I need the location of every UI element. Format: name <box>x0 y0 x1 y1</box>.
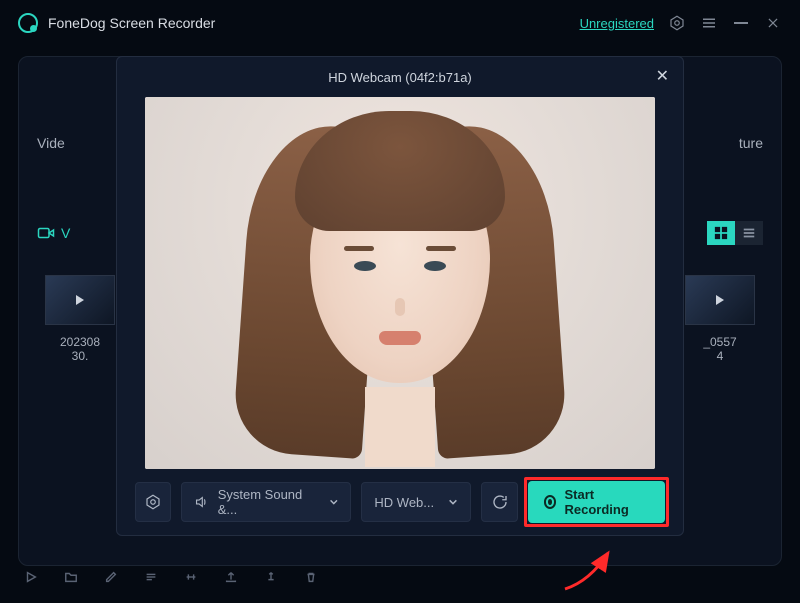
tab-videos[interactable]: V <box>37 225 70 241</box>
view-grid-button[interactable] <box>707 221 735 245</box>
audio-dropdown-label: System Sound &... <box>218 487 321 517</box>
recording-thumb-left[interactable]: 202308 30. <box>37 275 123 363</box>
delete-icon[interactable] <box>304 570 318 589</box>
settings-hex-icon[interactable] <box>668 14 686 32</box>
webcam-settings-button[interactable] <box>135 482 171 522</box>
thumb-name-line1: 202308 <box>37 335 123 349</box>
app-title: FoneDog Screen Recorder <box>48 15 215 31</box>
chevron-down-icon <box>329 497 339 507</box>
share-icon[interactable] <box>264 570 278 589</box>
unregistered-link[interactable]: Unregistered <box>580 16 654 31</box>
edit-icon[interactable] <box>104 570 118 589</box>
trim-icon[interactable] <box>184 570 198 589</box>
refresh-button[interactable] <box>481 482 517 522</box>
mode-label-left: Vide <box>37 135 65 151</box>
chevron-down-icon <box>448 497 458 507</box>
mode-label-right: ture <box>739 135 763 151</box>
modal-title: HD Webcam (04f2:b71a) <box>328 70 472 85</box>
webcam-device-dropdown[interactable]: HD Web... <box>361 482 471 522</box>
modal-close-button[interactable]: ✕ <box>656 69 669 85</box>
app-logo-icon <box>18 13 38 33</box>
webcam-preview <box>145 97 655 469</box>
start-recording-label: Start Recording <box>564 487 649 517</box>
thumb-preview-icon <box>45 275 115 325</box>
close-button[interactable] <box>764 14 782 32</box>
thumb-name-line2: 4 <box>677 349 763 363</box>
export-icon[interactable] <box>224 570 238 589</box>
thumb-name-line2: 30. <box>37 349 123 363</box>
recording-thumb-right[interactable]: _0557 4 <box>677 275 763 363</box>
rename-icon[interactable] <box>144 570 158 589</box>
bottom-toolbar <box>18 565 782 593</box>
play-icon[interactable] <box>24 570 38 589</box>
audio-source-dropdown[interactable]: System Sound &... <box>181 482 351 522</box>
menu-icon[interactable] <box>700 14 718 32</box>
webcam-modal: HD Webcam (04f2:b71a) ✕ System Sound &..… <box>116 56 684 536</box>
speaker-icon <box>194 494 209 510</box>
thumb-name-line1: _0557 <box>677 335 763 349</box>
record-icon <box>544 495 557 509</box>
view-list-button[interactable] <box>735 221 763 245</box>
start-recording-button[interactable]: Start Recording <box>528 481 665 523</box>
webcam-dropdown-label: HD Web... <box>374 495 434 510</box>
thumb-preview-icon <box>685 275 755 325</box>
folder-icon[interactable] <box>64 570 78 589</box>
minimize-button[interactable] <box>732 14 750 32</box>
